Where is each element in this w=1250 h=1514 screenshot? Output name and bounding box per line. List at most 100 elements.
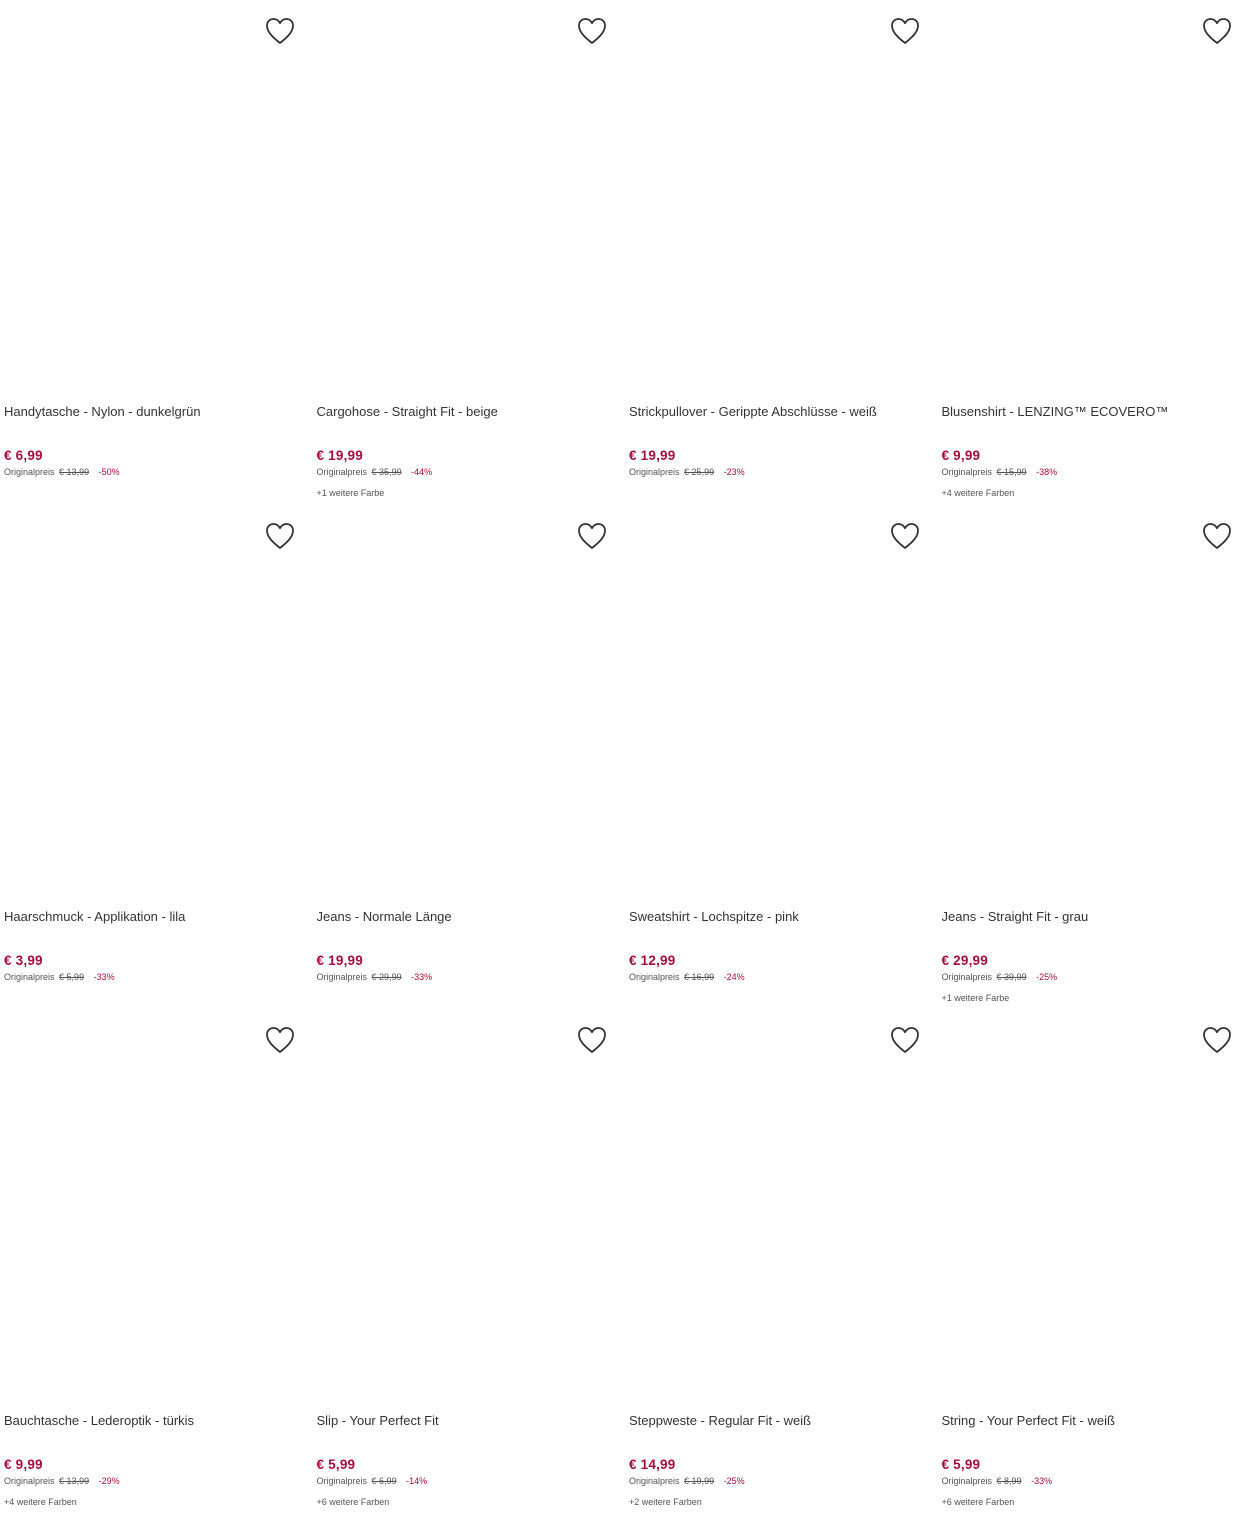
product-title[interactable]: Steppweste - Regular Fit - weiß — [629, 1413, 934, 1449]
product-image[interactable] — [317, 0, 622, 390]
wishlist-button[interactable] — [577, 522, 607, 550]
product-title[interactable]: Handytasche - Nylon - dunkelgrün — [4, 404, 309, 440]
product-title[interactable]: Bauchtasche - Lederoptik - türkis — [4, 1413, 309, 1449]
product-title[interactable]: Jeans - Straight Fit - grau — [942, 909, 1247, 945]
original-price-label: Originalpreis — [942, 1476, 993, 1486]
product-image[interactable] — [942, 505, 1247, 895]
product-image[interactable] — [629, 1009, 934, 1399]
product-image[interactable] — [317, 505, 622, 895]
heart-outline-icon — [890, 17, 920, 45]
product-image[interactable] — [317, 1009, 622, 1399]
more-colors-text[interactable]: +4 weitere Farben — [942, 487, 1247, 499]
product-grid: Handytasche - Nylon - dunkelgrün € 6,99 … — [0, 0, 1250, 1514]
heart-outline-icon — [1202, 1026, 1232, 1054]
heart-outline-icon — [265, 17, 295, 45]
product-card[interactable]: Sweatshirt - Lochspitze - pink € 12,99 O… — [625, 505, 938, 1010]
product-card[interactable]: Slip - Your Perfect Fit € 5,99 Originalp… — [313, 1009, 626, 1514]
sale-price: € 19,99 — [629, 448, 934, 466]
more-colors-text[interactable] — [4, 992, 309, 1004]
discount-badge: -33% — [411, 972, 432, 982]
heart-outline-icon — [577, 522, 607, 550]
product-image[interactable] — [942, 0, 1247, 390]
product-card[interactable]: Steppweste - Regular Fit - weiß € 14,99 … — [625, 1009, 938, 1514]
product-card[interactable]: String - Your Perfect Fit - weiß € 5,99 … — [938, 1009, 1250, 1514]
original-price-line: Originalpreis € 35,99 -44% — [317, 466, 622, 478]
product-title[interactable]: Cargohose - Straight Fit - beige — [317, 404, 622, 440]
heart-outline-icon — [1202, 522, 1232, 550]
product-card[interactable]: Blusenshirt - LENZING™ ECOVERO™ € 9,99 O… — [938, 0, 1250, 505]
heart-outline-icon — [577, 17, 607, 45]
wishlist-button[interactable] — [890, 1026, 920, 1054]
product-card[interactable]: Cargohose - Straight Fit - beige € 19,99… — [313, 0, 626, 505]
wishlist-button[interactable] — [890, 522, 920, 550]
original-price: € 13,99 — [59, 1476, 89, 1486]
product-title[interactable]: Sweatshirt - Lochspitze - pink — [629, 909, 934, 945]
wishlist-button[interactable] — [265, 17, 295, 45]
heart-outline-icon — [265, 522, 295, 550]
wishlist-button[interactable] — [265, 1026, 295, 1054]
original-price-line: Originalpreis € 29,99 -33% — [317, 971, 622, 983]
product-title[interactable]: Haarschmuck - Applikation - lila — [4, 909, 309, 945]
discount-badge: -29% — [99, 1476, 120, 1486]
original-price-label: Originalpreis — [317, 467, 368, 477]
original-price-line: Originalpreis € 15,99 -38% — [942, 466, 1247, 478]
product-card[interactable]: Strickpullover - Gerippte Abschlüsse - w… — [625, 0, 938, 505]
product-card[interactable]: Haarschmuck - Applikation - lila € 3,99 … — [0, 505, 313, 1010]
product-title[interactable]: String - Your Perfect Fit - weiß — [942, 1413, 1247, 1449]
wishlist-button[interactable] — [577, 17, 607, 45]
more-colors-text[interactable] — [4, 487, 309, 499]
product-image[interactable] — [4, 1009, 309, 1399]
original-price-line: Originalpreis € 25,99 -23% — [629, 466, 934, 478]
product-image[interactable] — [629, 505, 934, 895]
product-image[interactable] — [629, 0, 934, 390]
more-colors-text[interactable]: +2 weitere Farben — [629, 1496, 934, 1508]
original-price-line: Originalpreis € 19,99 -25% — [629, 1475, 934, 1487]
heart-outline-icon — [265, 1026, 295, 1054]
more-colors-text[interactable]: +4 weitere Farben — [4, 1496, 309, 1508]
product-image[interactable] — [4, 505, 309, 895]
more-colors-text[interactable]: +1 weitere Farbe — [942, 992, 1247, 1004]
discount-badge: -38% — [1036, 467, 1057, 477]
original-price-line: Originalpreis € 39,99 -25% — [942, 971, 1247, 983]
original-price-label: Originalpreis — [942, 467, 993, 477]
original-price: € 39,99 — [997, 972, 1027, 982]
original-price: € 13,99 — [59, 467, 89, 477]
product-card[interactable]: Handytasche - Nylon - dunkelgrün € 6,99 … — [0, 0, 313, 505]
original-price-label: Originalpreis — [4, 1476, 55, 1486]
heart-outline-icon — [1202, 17, 1232, 45]
original-price-line: Originalpreis € 6,99 -14% — [317, 1475, 622, 1487]
product-title[interactable]: Slip - Your Perfect Fit — [317, 1413, 622, 1449]
wishlist-button[interactable] — [1202, 1026, 1232, 1054]
sale-price: € 9,99 — [4, 1457, 309, 1475]
product-title[interactable]: Blusenshirt - LENZING™ ECOVERO™ — [942, 404, 1247, 440]
wishlist-button[interactable] — [1202, 17, 1232, 45]
product-image[interactable] — [942, 1009, 1247, 1399]
more-colors-text[interactable]: +1 weitere Farbe — [317, 487, 622, 499]
original-price-label: Originalpreis — [629, 467, 680, 477]
more-colors-text[interactable] — [629, 487, 934, 499]
sale-price: € 12,99 — [629, 953, 934, 971]
more-colors-text[interactable]: +6 weitere Farben — [317, 1496, 622, 1508]
original-price: € 8,99 — [997, 1476, 1022, 1486]
discount-badge: -44% — [411, 467, 432, 477]
more-colors-text[interactable] — [629, 992, 934, 1004]
original-price: € 15,99 — [997, 467, 1027, 477]
product-card[interactable]: Jeans - Normale Länge € 19,99 Originalpr… — [313, 505, 626, 1010]
wishlist-button[interactable] — [265, 522, 295, 550]
original-price-label: Originalpreis — [629, 972, 680, 982]
product-image[interactable] — [4, 0, 309, 390]
product-card[interactable]: Jeans - Straight Fit - grau € 29,99 Orig… — [938, 505, 1250, 1010]
product-card[interactable]: Bauchtasche - Lederoptik - türkis € 9,99… — [0, 1009, 313, 1514]
sale-price: € 5,99 — [317, 1457, 622, 1475]
more-colors-text[interactable]: +6 weitere Farben — [942, 1496, 1247, 1508]
wishlist-button[interactable] — [890, 17, 920, 45]
product-title[interactable]: Strickpullover - Gerippte Abschlüsse - w… — [629, 404, 934, 440]
product-title[interactable]: Jeans - Normale Länge — [317, 909, 622, 945]
more-colors-text[interactable] — [317, 992, 622, 1004]
heart-outline-icon — [890, 522, 920, 550]
discount-badge: -14% — [406, 1476, 427, 1486]
wishlist-button[interactable] — [577, 1026, 607, 1054]
heart-outline-icon — [890, 1026, 920, 1054]
wishlist-button[interactable] — [1202, 522, 1232, 550]
original-price-line: Originalpreis € 5,99 -33% — [4, 971, 309, 983]
